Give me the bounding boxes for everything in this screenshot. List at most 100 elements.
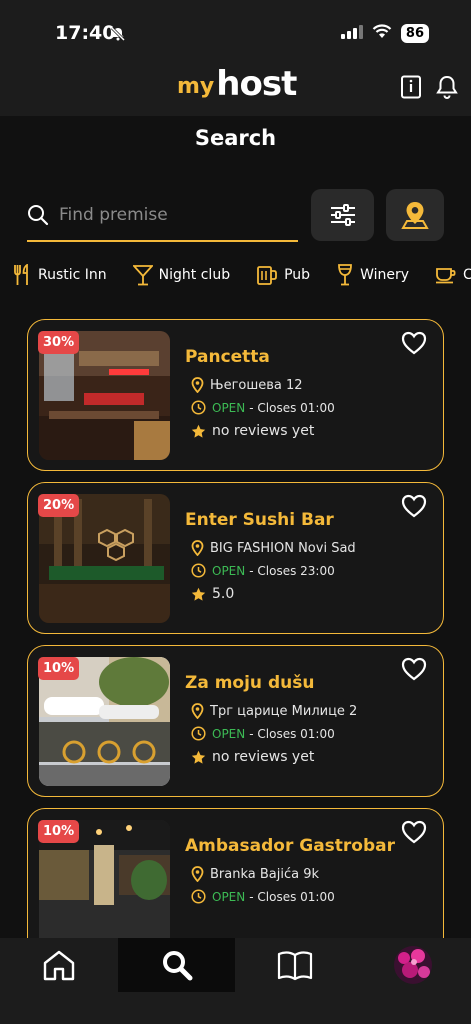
bell-icon xyxy=(436,75,458,99)
status-time: 17:40 xyxy=(55,22,116,44)
search-icon xyxy=(162,951,192,981)
hours-row: OPEN - Closes 01:00 xyxy=(191,400,335,415)
nav-bookings[interactable] xyxy=(236,938,353,992)
location-pin-icon xyxy=(191,540,204,556)
map-button[interactable] xyxy=(386,189,444,241)
sliders-icon xyxy=(330,204,355,226)
signal-icon xyxy=(340,24,363,43)
nav-home[interactable] xyxy=(0,938,117,992)
category-label: Night club xyxy=(158,267,231,283)
logo-host: host xyxy=(216,64,297,104)
place-name: Pancetta xyxy=(185,347,270,367)
search-icon xyxy=(27,204,59,226)
avatar xyxy=(393,946,432,984)
address-row: BIG FASHION Novi Sad xyxy=(191,540,356,556)
star-icon xyxy=(191,750,206,764)
place-address: Његошева 12 xyxy=(210,377,303,393)
info-book-icon xyxy=(401,75,421,99)
category-label: Rustic Inn xyxy=(38,267,107,283)
open-status: OPEN xyxy=(212,563,246,578)
place-rating: 5.0 xyxy=(212,586,235,602)
place-address: Branka Bajića 9k xyxy=(210,866,320,882)
star-icon xyxy=(191,587,206,601)
rating-row: no reviews yet xyxy=(191,749,314,765)
heart-icon xyxy=(401,657,427,681)
favorite-button[interactable] xyxy=(401,820,427,844)
closing-time: - Closes 01:00 xyxy=(249,400,335,415)
hours-row: OPEN - Closes 01:00 xyxy=(191,889,335,904)
place-address: BIG FASHION Novi Sad xyxy=(210,540,356,556)
open-status: OPEN xyxy=(212,889,246,904)
category-rustic-inn[interactable]: Rustic Inn xyxy=(12,264,107,286)
address-row: Трг царице Милице 2 xyxy=(191,703,357,719)
map-pin-icon xyxy=(401,202,429,229)
place-name: Za moju dušu xyxy=(185,673,315,693)
category-label: Winery xyxy=(360,267,410,283)
bottom-nav xyxy=(0,938,471,1024)
location-pin-icon xyxy=(191,377,204,393)
app-logo: my host xyxy=(177,64,297,104)
search-input[interactable] xyxy=(59,205,289,225)
place-card[interactable]: 10% Ambasador Gastrobar Branka Bajića 9k… xyxy=(27,808,444,938)
filters-button[interactable] xyxy=(311,189,374,241)
category-pub[interactable]: Pub xyxy=(256,264,310,286)
book-icon xyxy=(277,951,312,981)
category-label: Pub xyxy=(284,267,311,283)
favorite-button[interactable] xyxy=(401,657,427,681)
location-pin-icon xyxy=(191,703,204,719)
wine-glass-icon xyxy=(338,264,352,286)
address-row: Његошева 12 xyxy=(191,377,303,393)
coffee-cup-icon xyxy=(436,268,456,284)
closing-time: - Closes 23:00 xyxy=(249,563,335,578)
category-label: Co xyxy=(463,267,471,283)
wifi-icon xyxy=(372,24,392,43)
discount-badge: 20% xyxy=(38,494,80,517)
battery-indicator: 86 xyxy=(400,24,429,43)
closing-time: - Closes 01:00 xyxy=(249,889,335,904)
heart-icon xyxy=(401,494,427,518)
logo-my: my xyxy=(177,74,215,99)
discount-badge: 10% xyxy=(38,657,80,680)
open-status: OPEN xyxy=(212,400,246,415)
place-rating: no reviews yet xyxy=(212,749,315,765)
info-book-button[interactable] xyxy=(396,72,426,102)
app-header: my host xyxy=(0,62,471,116)
search-bar[interactable] xyxy=(27,190,298,242)
favorite-button[interactable] xyxy=(401,494,427,518)
category-night-club[interactable]: Night club xyxy=(132,264,231,286)
places-list: 30% Pancetta Његошева 12 OPEN - Closes 0… xyxy=(27,319,444,938)
hours-row: OPEN - Closes 01:00 xyxy=(191,726,335,741)
category-winery[interactable]: Winery xyxy=(336,264,409,286)
beer-icon xyxy=(257,266,277,285)
clock-icon xyxy=(191,400,206,415)
discount-badge: 30% xyxy=(38,331,80,354)
clock-icon xyxy=(191,726,206,741)
place-name: Ambasador Gastrobar xyxy=(185,836,396,856)
main-content: Search Rustic Inn Night club Pub Winery xyxy=(0,116,471,938)
nav-search[interactable] xyxy=(118,938,235,992)
clock-icon xyxy=(191,563,206,578)
place-address: Трг царице Милице 2 xyxy=(210,703,358,719)
nav-profile[interactable] xyxy=(354,938,471,992)
fork-knife-icon xyxy=(14,264,28,285)
hours-row: OPEN - Closes 23:00 xyxy=(191,563,335,578)
category-coffee[interactable]: Co xyxy=(435,264,471,286)
bell-off-icon xyxy=(110,26,126,46)
discount-badge: 10% xyxy=(38,820,80,843)
clock-icon xyxy=(191,889,206,904)
place-card[interactable]: 30% Pancetta Његошева 12 OPEN - Closes 0… xyxy=(27,319,444,471)
place-name: Enter Sushi Bar xyxy=(185,510,334,530)
cocktail-icon xyxy=(132,265,153,286)
home-icon xyxy=(43,950,74,981)
place-card[interactable]: 10% Za moju dušu Трг царице Милице 2 OPE… xyxy=(27,645,444,797)
rating-row: 5.0 xyxy=(191,586,234,602)
place-card[interactable]: 20% Enter Sushi Bar BIG FASHION Novi Sad… xyxy=(27,482,444,634)
star-icon xyxy=(191,424,206,438)
address-row: Branka Bajića 9k xyxy=(191,866,319,882)
notifications-button[interactable] xyxy=(432,72,462,102)
open-status: OPEN xyxy=(212,726,246,741)
rating-row: no reviews yet xyxy=(191,423,314,439)
favorite-button[interactable] xyxy=(401,331,427,355)
heart-icon xyxy=(401,331,427,355)
location-pin-icon xyxy=(191,866,204,882)
